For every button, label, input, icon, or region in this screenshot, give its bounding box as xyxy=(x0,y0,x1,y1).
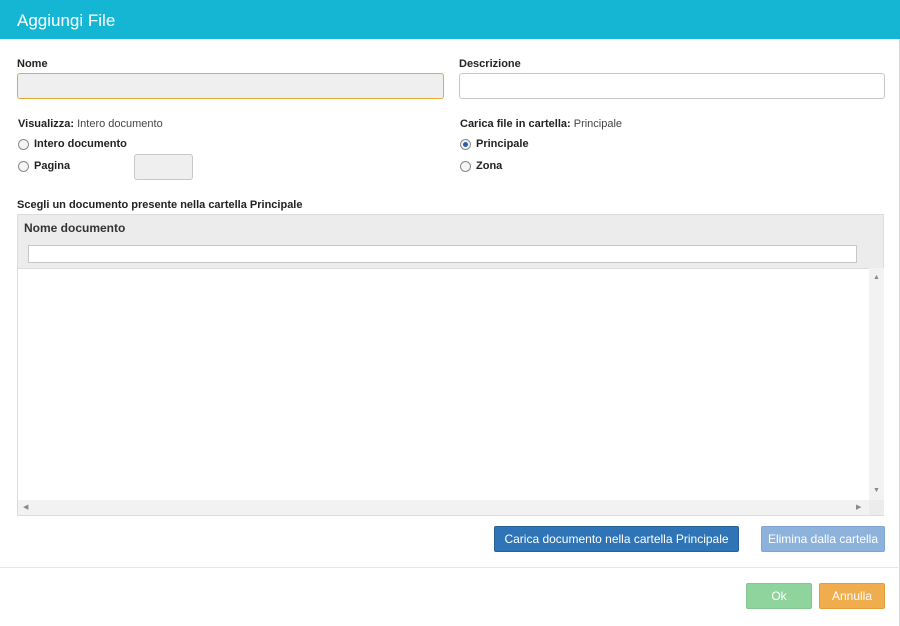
view-mode-current: Intero documento xyxy=(77,118,163,130)
documents-grid: Nome documento ▲ ▼ ◀ ▶ xyxy=(17,214,884,516)
radio-folder-principale[interactable]: Principale xyxy=(460,138,529,150)
cancel-button[interactable]: Annulla xyxy=(819,583,885,609)
scroll-corner xyxy=(869,500,884,515)
upload-document-button[interactable]: Carica documento nella cartella Principa… xyxy=(494,526,739,552)
radio-folder-principale-circle[interactable] xyxy=(460,138,471,150)
documents-list[interactable] xyxy=(18,268,869,500)
upload-folder-current: Principale xyxy=(573,118,623,130)
view-mode-label: Visualizza: Intero documento xyxy=(18,118,163,130)
description-label: Descrizione xyxy=(459,58,521,70)
upload-folder-label: Carica file in cartella: Principale xyxy=(460,118,622,130)
radio-page[interactable]: Pagina xyxy=(18,160,70,172)
radio-whole-document-label: Intero documento xyxy=(34,138,127,150)
view-mode-label-text: Visualizza: xyxy=(18,118,75,130)
description-input[interactable] xyxy=(459,73,885,99)
ok-button[interactable]: Ok xyxy=(746,583,812,609)
page-number-input[interactable] xyxy=(134,154,193,180)
footer-divider xyxy=(0,567,900,568)
dialog-title-bar: Aggiungi File xyxy=(0,0,900,39)
radio-folder-zona-circle[interactable] xyxy=(460,160,471,172)
name-input[interactable] xyxy=(17,73,444,99)
radio-page-circle[interactable] xyxy=(18,160,29,172)
remove-from-folder-button[interactable]: Elimina dalla cartella xyxy=(761,526,885,552)
radio-folder-zona-label: Zona xyxy=(476,160,503,172)
name-label: Nome xyxy=(17,58,48,70)
radio-folder-principale-label: Principale xyxy=(476,138,529,150)
radio-page-label: Pagina xyxy=(34,160,71,172)
vertical-scrollbar[interactable]: ▲ ▼ xyxy=(869,268,884,500)
scroll-down-icon[interactable]: ▼ xyxy=(873,487,880,494)
scroll-right-icon[interactable]: ▶ xyxy=(856,504,861,511)
documents-section-label: Scegli un documento presente nella carte… xyxy=(17,199,303,211)
dialog-title: Aggiungi File xyxy=(17,11,116,30)
document-filter-input[interactable] xyxy=(28,245,857,263)
add-file-dialog: Aggiungi File Nome Descrizione Visualizz… xyxy=(0,0,900,626)
column-header-document-name[interactable]: Nome documento xyxy=(24,221,125,235)
scroll-up-icon[interactable]: ▲ xyxy=(873,274,880,281)
radio-folder-zona[interactable]: Zona xyxy=(460,160,502,172)
radio-whole-document-circle[interactable] xyxy=(18,138,29,150)
upload-folder-label-text: Carica file in cartella: xyxy=(460,118,571,130)
scroll-left-icon[interactable]: ◀ xyxy=(23,504,28,511)
horizontal-scrollbar[interactable]: ◀ ▶ xyxy=(18,500,869,515)
radio-whole-document[interactable]: Intero documento xyxy=(18,138,127,150)
